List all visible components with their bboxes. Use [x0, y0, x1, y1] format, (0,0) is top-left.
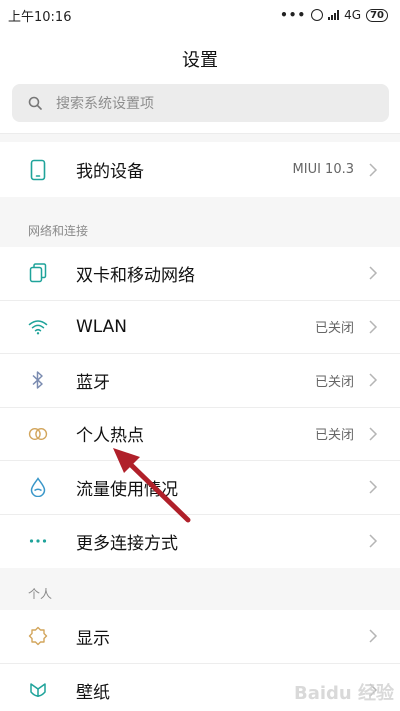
search-placeholder: 搜索系统设置项	[56, 96, 154, 112]
dual-sim-label: 双卡和移动网络	[76, 265, 195, 286]
display-label: 显示	[76, 628, 110, 649]
more-notifications-icon: •••	[280, 8, 307, 22]
settings-header: 设置 搜索系统设置项	[0, 30, 400, 134]
network-section-title: 网络和连接	[28, 224, 89, 238]
page-title: 设置	[182, 50, 218, 71]
miui-version: MIUI 10.3	[292, 162, 354, 177]
network-section-header: 网络和连接	[0, 205, 400, 249]
chevron-right-icon	[369, 534, 378, 548]
personal-section-header: 个人	[0, 568, 400, 612]
chevron-right-icon	[369, 162, 378, 177]
chevron-right-icon	[369, 266, 378, 280]
more-connections-item[interactable]: 更多连接方式	[0, 515, 400, 569]
watermark-logo: Baidu 经验	[293, 683, 394, 704]
wlan-status: 已关闭	[314, 321, 354, 337]
hotspot-item[interactable]: 个人热点 已关闭	[0, 408, 400, 461]
wallpaper-label: 壁纸	[76, 682, 110, 703]
battery-icon: 70	[366, 8, 388, 22]
status-bar: 上午10:16 ••• 4G 70	[0, 0, 400, 30]
bluetooth-item[interactable]: 蓝牙 已关闭	[0, 354, 400, 408]
chevron-right-icon	[369, 629, 378, 643]
my-device-label: 我的设备	[76, 162, 144, 182]
wlan-label: WLAN	[76, 316, 128, 337]
chevron-right-icon	[369, 373, 378, 387]
search-icon	[28, 96, 42, 110]
search-input[interactable]: 搜索系统设置项	[12, 84, 389, 122]
wifi-icon	[28, 317, 48, 337]
status-icons: ••• 4G 70	[280, 8, 388, 22]
status-time: 上午10:16	[8, 9, 72, 25]
alarm-icon	[311, 9, 324, 21]
dual-sim-item[interactable]: 双卡和移动网络	[0, 247, 400, 301]
wlan-item[interactable]: WLAN 已关闭	[0, 301, 400, 354]
my-device-item[interactable]: 我的设备 MIUI 10.3	[0, 142, 400, 197]
more-dots-icon	[28, 531, 48, 551]
hotspot-label: 个人热点	[76, 426, 144, 447]
chevron-right-icon	[369, 320, 378, 334]
data-drop-icon	[28, 477, 48, 498]
chevron-right-icon	[369, 480, 378, 494]
bluetooth-status: 已关闭	[314, 374, 354, 390]
signal-icon	[328, 10, 340, 20]
network-type: 4G	[344, 8, 362, 22]
chevron-right-icon	[369, 427, 378, 441]
data-usage-label: 流量使用情况	[76, 479, 178, 500]
data-usage-item[interactable]: 流量使用情况	[0, 461, 400, 515]
more-connections-label: 更多连接方式	[76, 533, 178, 554]
device-section: 我的设备 MIUI 10.3	[0, 142, 400, 197]
phone-icon	[28, 159, 48, 180]
sim-card-icon	[28, 263, 48, 283]
hotspot-icon	[28, 424, 48, 444]
bluetooth-icon	[28, 370, 48, 390]
wallpaper-icon	[28, 680, 48, 700]
personal-section-title: 个人	[28, 587, 53, 601]
display-item[interactable]: 显示	[0, 610, 400, 664]
network-section: 双卡和移动网络 WLAN 已关闭 蓝牙 已关闭 个人热点 已关闭 流量使用情况 …	[0, 247, 400, 568]
hotspot-status: 已关闭	[314, 428, 354, 444]
bluetooth-label: 蓝牙	[76, 372, 110, 393]
brightness-icon	[28, 626, 48, 646]
